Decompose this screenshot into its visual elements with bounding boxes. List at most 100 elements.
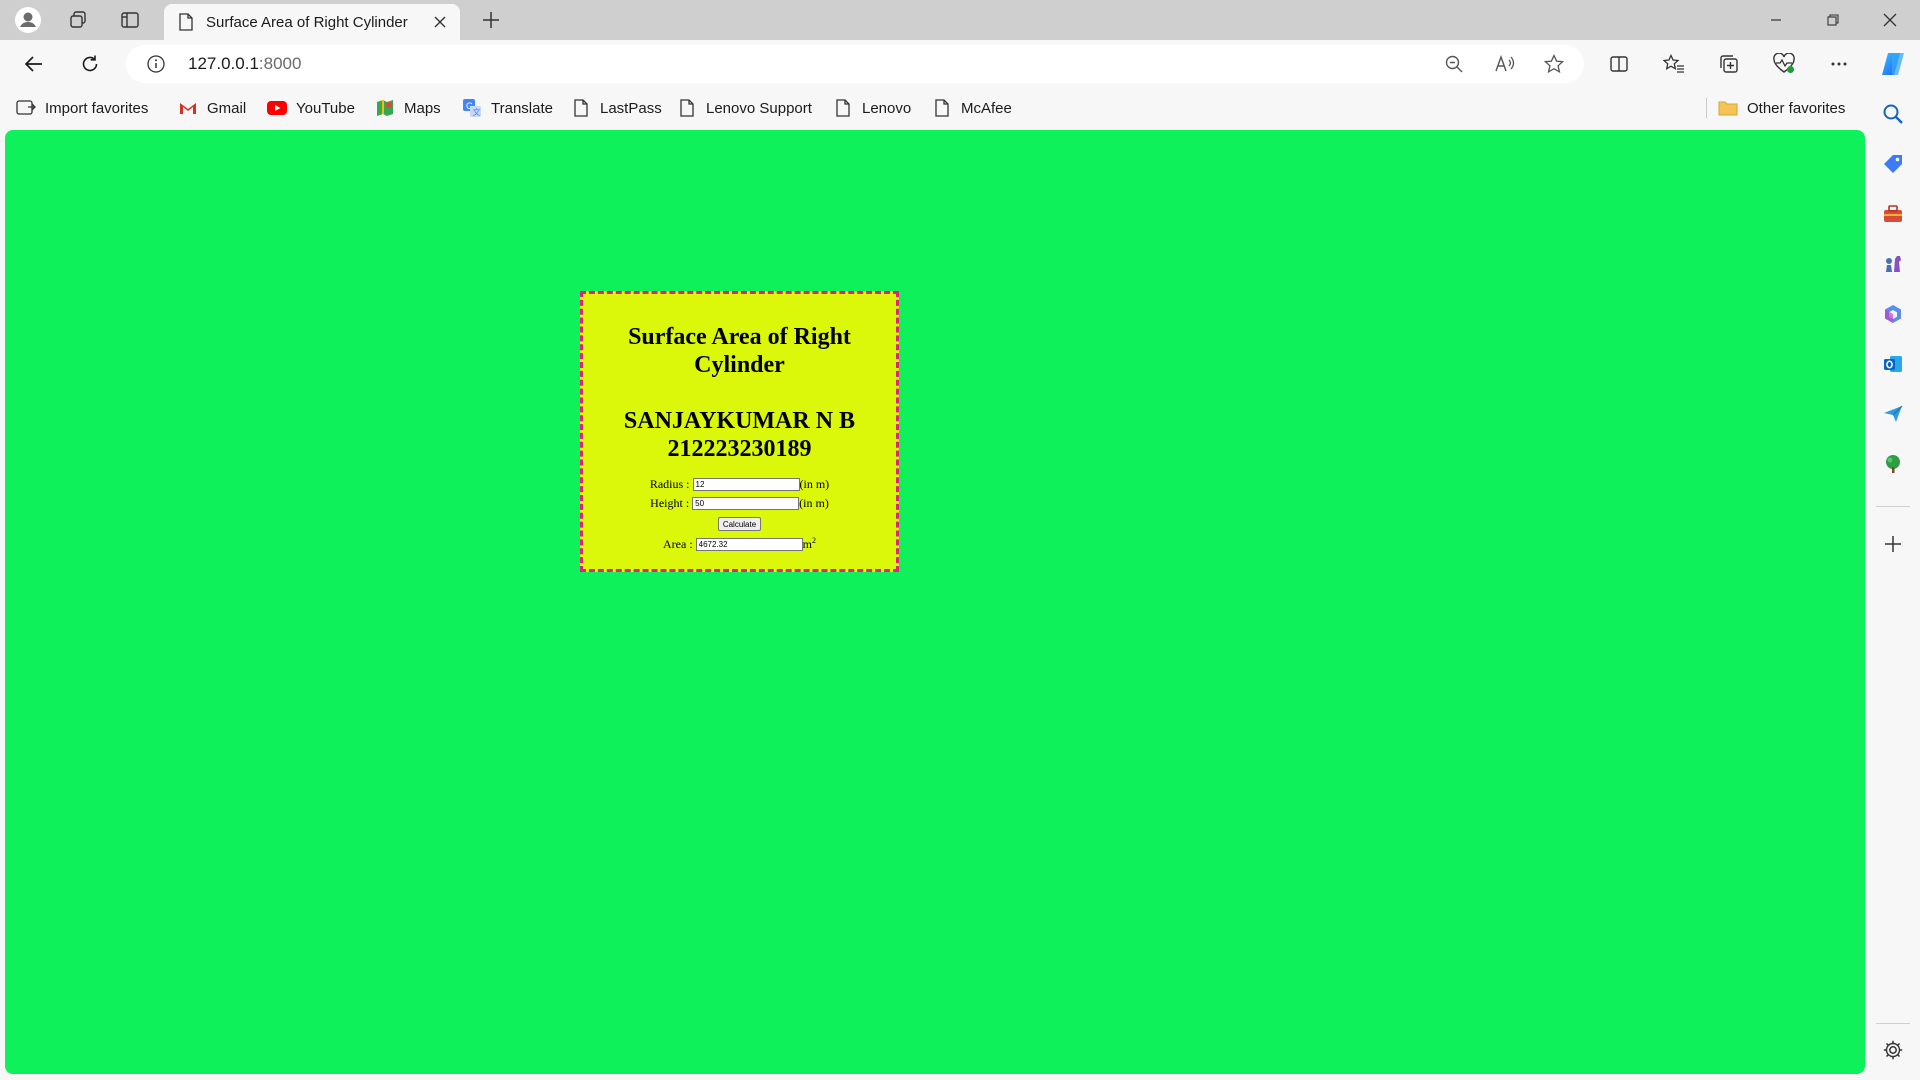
student-name: SANJAYKUMAR N B — [623, 408, 856, 434]
outlook-icon — [1884, 356, 1902, 372]
sidebar-settings-button[interactable] — [1875, 1032, 1911, 1068]
youtube-icon — [267, 98, 287, 118]
radius-row: Radius : (in m) — [583, 477, 896, 492]
translate-icon: G文 — [462, 98, 482, 118]
favorite-label: McAfee — [961, 99, 1012, 117]
page-icon — [833, 98, 853, 118]
tab-close-button[interactable] — [426, 8, 454, 36]
tab-title: Surface Area of Right Cylinder — [206, 13, 408, 31]
refresh-button[interactable] — [72, 46, 108, 82]
sidebar-add-button[interactable] — [1875, 526, 1911, 562]
favorite-label: Maps — [404, 99, 441, 117]
sidebar-microsoft365-button[interactable] — [1875, 296, 1911, 332]
calculate-button[interactable]: Calculate — [717, 517, 762, 531]
search-icon — [1883, 104, 1903, 124]
gear-icon — [1883, 1040, 1903, 1060]
page-icon — [677, 98, 697, 118]
favorite-label: LastPass — [600, 99, 662, 117]
sidebar-search-button[interactable] — [1875, 96, 1911, 132]
profile-button[interactable] — [8, 4, 48, 36]
url-port: :8000 — [258, 54, 302, 73]
browser-essentials-button[interactable] — [1766, 46, 1802, 82]
gmail-icon — [178, 98, 198, 118]
copilot-button[interactable] — [1875, 46, 1911, 82]
split-screen-icon — [1610, 56, 1628, 72]
favorite-label: Translate — [491, 99, 553, 117]
vertical-tabs-button[interactable] — [110, 4, 150, 36]
workspaces-icon — [70, 11, 86, 28]
paper-plane-icon — [1884, 405, 1903, 422]
tab-strip: Surface Area of Right Cylinder — [0, 0, 1920, 40]
favorite-label: Lenovo — [862, 99, 912, 117]
calculate-row: Calculate — [583, 515, 896, 531]
collections-button[interactable] — [1711, 46, 1747, 82]
favorite-lenovo-support[interactable]: Lenovo Support — [677, 94, 812, 122]
tree-icon — [1886, 455, 1900, 473]
heart-pulse-icon — [1773, 53, 1795, 73]
sidebar-send-button[interactable] — [1875, 396, 1911, 432]
navigation-toolbar: 127.0.0.1:8000 — [0, 40, 1920, 88]
refresh-icon — [82, 55, 98, 72]
close-icon — [434, 16, 446, 28]
folder-icon — [1718, 98, 1738, 118]
favorites-list-icon — [1663, 54, 1684, 73]
other-favorites[interactable]: Other favorites — [1718, 94, 1845, 122]
radius-label: Radius : — [649, 477, 690, 491]
sidebar-shopping-button[interactable] — [1875, 146, 1911, 182]
back-button[interactable] — [16, 46, 52, 82]
close-window-button[interactable] — [1862, 0, 1918, 40]
sidebar-outlook-button[interactable] — [1875, 346, 1911, 382]
restore-button[interactable] — [1805, 0, 1861, 40]
height-unit: (in m) — [799, 496, 829, 510]
sidebar-tree-button[interactable] — [1875, 446, 1911, 482]
sidebar-games-button[interactable] — [1875, 246, 1911, 282]
more-icon — [1831, 62, 1847, 66]
favorite-label: Lenovo Support — [706, 99, 812, 117]
new-tab-button[interactable] — [471, 4, 511, 36]
address-bar[interactable]: 127.0.0.1:8000 — [126, 45, 1584, 83]
tab-active[interactable]: Surface Area of Right Cylinder — [164, 4, 460, 40]
url-text[interactable]: 127.0.0.1:8000 — [188, 54, 301, 74]
sidebar-tools-button[interactable] — [1875, 196, 1911, 232]
register-number: 212223230189 — [667, 436, 812, 462]
favorite-lenovo[interactable]: Lenovo — [833, 94, 911, 122]
favorite-star-icon[interactable] — [1544, 54, 1564, 74]
area-unit-exponent: 2 — [812, 536, 816, 545]
maps-icon — [375, 98, 395, 118]
split-screen-button[interactable] — [1601, 46, 1637, 82]
area-unit-base: m — [802, 537, 812, 551]
favorite-import-favorites[interactable]: Import favorites — [16, 94, 148, 122]
favorite-youtube[interactable]: YouTube — [267, 94, 355, 122]
favorite-gmail[interactable]: Gmail — [178, 94, 246, 122]
area-output[interactable] — [695, 538, 803, 551]
back-arrow-icon — [24, 56, 42, 72]
close-icon — [1883, 13, 1897, 27]
favorites-button[interactable] — [1656, 46, 1692, 82]
area-label: Area : — [663, 537, 693, 551]
other-favorites-label: Other favorites — [1747, 99, 1846, 117]
calculator-card: Surface Area of Right Cylinder SANJAYKUM… — [580, 291, 899, 572]
collections-icon — [1720, 55, 1738, 73]
favorite-maps[interactable]: Maps — [375, 94, 441, 122]
profile-icon — [15, 7, 41, 33]
height-input[interactable] — [692, 497, 800, 510]
page-icon — [571, 98, 591, 118]
plus-icon — [1885, 536, 1901, 552]
chess-piece-icon — [1886, 256, 1901, 272]
site-info-icon[interactable] — [146, 54, 166, 74]
height-label: Height : — [650, 496, 690, 510]
favorite-translate[interactable]: G文 Translate — [462, 94, 553, 122]
read-aloud-icon[interactable] — [1494, 54, 1516, 74]
minimize-button[interactable] — [1748, 0, 1804, 40]
area-row: Area : m2 — [583, 537, 896, 552]
favorite-mcafee[interactable]: McAfee — [932, 94, 1012, 122]
page-title: Surface Area of Right Cylinder — [628, 324, 851, 378]
radius-input[interactable] — [692, 478, 800, 491]
zoom-icon[interactable] — [1444, 54, 1464, 74]
edge-sidebar — [1866, 88, 1920, 1080]
workspaces-button[interactable] — [58, 4, 98, 36]
settings-more-button[interactable] — [1821, 46, 1857, 82]
plus-icon — [483, 12, 499, 28]
favorite-label: YouTube — [296, 99, 355, 117]
favorite-lastpass[interactable]: LastPass — [571, 94, 662, 122]
